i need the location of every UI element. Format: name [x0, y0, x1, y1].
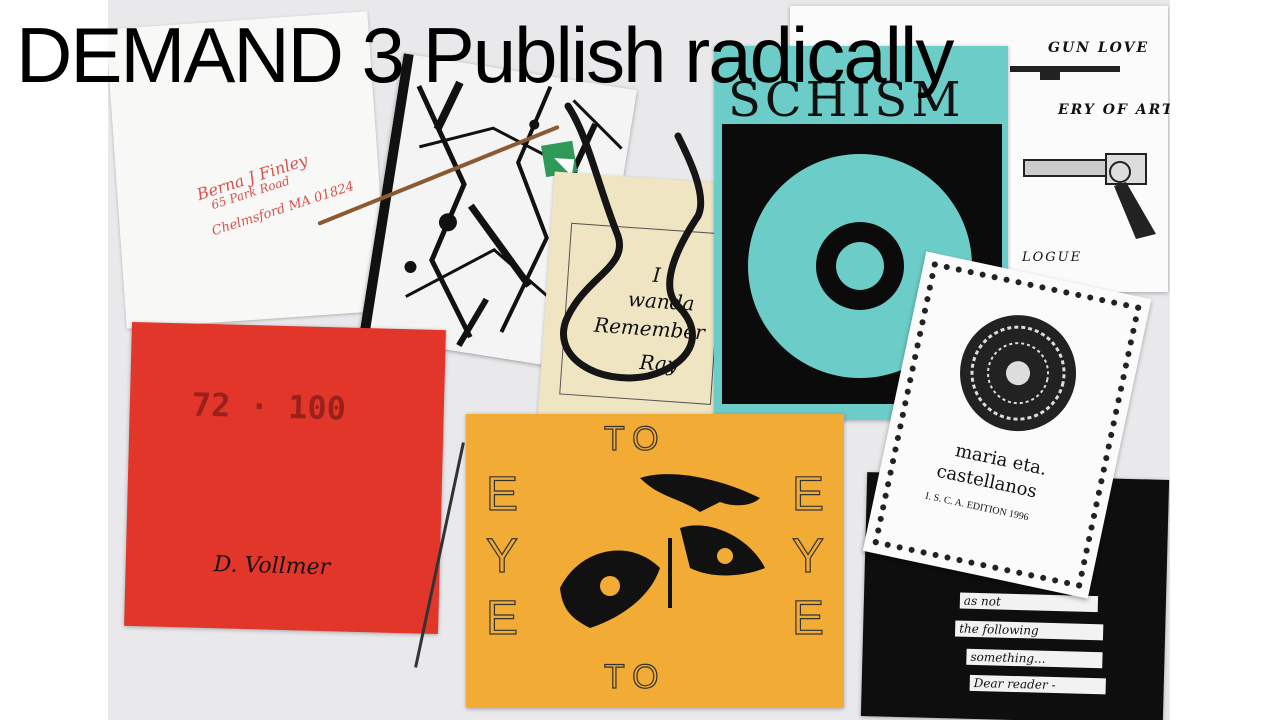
note-strip-4: Dear reader -: [969, 674, 1106, 695]
eye-to-eye-zine: TO TO EYE EYE: [466, 414, 844, 708]
eyes-illustration: [560, 474, 765, 628]
red-book-zine: 72 · 100 D. Vollmer: [124, 321, 446, 635]
aztec-sun-stone-icon: [960, 315, 1077, 432]
gun-love-subheading: ERY OF ART: [1058, 102, 1170, 118]
zine-collage-photo: Berna J Finley 65 Park Road Chelmsford M…: [108, 0, 1170, 720]
eye-left-column: EYE: [485, 467, 518, 645]
rifle-illustration: [1010, 66, 1120, 80]
slide-title: DEMAND 3 Publish radically: [16, 11, 954, 99]
eye-to-eye-top-label: TO: [603, 419, 667, 458]
note-strip-2: the following: [954, 620, 1104, 641]
gun-love-footer: LOGUE: [1022, 250, 1083, 265]
red-book-number: 72 · 100: [191, 385, 347, 428]
note-strip-3: something...: [966, 648, 1103, 669]
eye-to-eye-bottom-label: TO: [603, 657, 667, 696]
revolver-illustration: [1023, 153, 1156, 239]
gun-love-heading: GUN LOVE: [1048, 40, 1150, 56]
eye-right-column: EYE: [791, 467, 824, 645]
red-book-signature: D. Vollmer: [213, 552, 331, 581]
